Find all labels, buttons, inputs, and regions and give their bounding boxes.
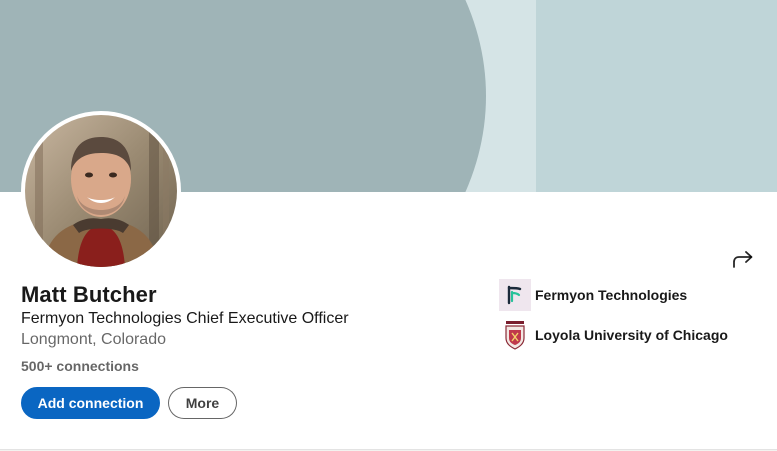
more-button[interactable]: More — [168, 387, 237, 419]
org-item-loyola[interactable]: Loyola University of Chicago — [499, 319, 728, 351]
org-name-fermyon: Fermyon Technologies — [535, 287, 688, 303]
profile-name: Matt Butcher — [21, 282, 157, 307]
fermyon-logo-icon — [499, 279, 531, 311]
loyola-crest-icon — [499, 319, 531, 351]
share-icon[interactable] — [729, 248, 757, 272]
org-name-loyola: Loyola University of Chicago — [535, 327, 728, 343]
avatar-photo — [25, 115, 177, 267]
avatar[interactable] — [21, 111, 181, 271]
profile-card: Matt Butcher Fermyon Technologies Chief … — [0, 0, 777, 450]
add-connection-button[interactable]: Add connection — [21, 387, 160, 419]
connections-count[interactable]: 500+ connections — [21, 358, 139, 374]
org-item-fermyon[interactable]: Fermyon Technologies — [499, 279, 687, 311]
profile-location: Longmont, Colorado — [21, 331, 166, 348]
profile-headline: Fermyon Technologies Chief Executive Off… — [21, 310, 349, 327]
